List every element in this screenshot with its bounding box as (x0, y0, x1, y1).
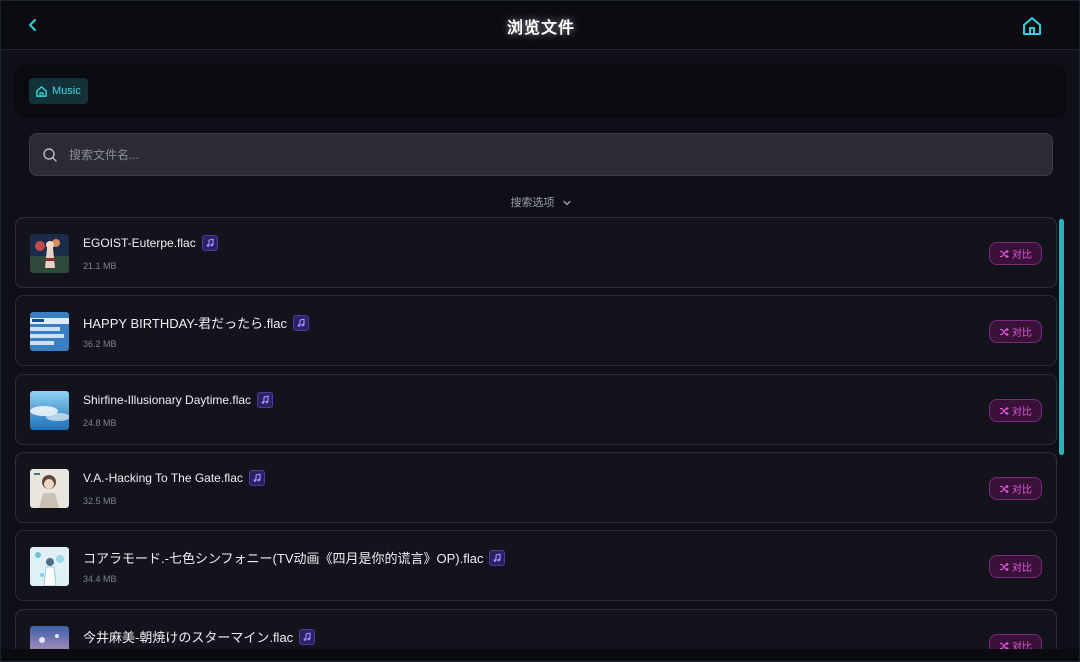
file-name: Shirfine-Illusionary Daytime.flac (83, 393, 252, 407)
shuffle-icon (1000, 484, 1009, 493)
search-box (29, 133, 1053, 176)
chevron-down-icon (562, 200, 571, 206)
shuffle-icon (1000, 327, 1009, 336)
search-options-label: 搜索选项 (510, 197, 555, 209)
list-item[interactable]: Shirfine-Illusionary Daytime.flac 24.8 M… (15, 374, 1057, 445)
top-bar: 浏览文件 (1, 1, 1079, 50)
compare-button[interactable]: 对比 (989, 555, 1042, 578)
home-button[interactable] (1019, 13, 1045, 39)
search-icon (42, 147, 58, 163)
shuffle-icon (1000, 249, 1009, 258)
page-title: 浏览文件 (506, 20, 575, 37)
compare-label: 对比 (1012, 485, 1032, 496)
music-note-icon (489, 549, 506, 566)
album-art-thumbnail (30, 547, 69, 586)
breadcrumb: Music (15, 65, 1067, 118)
compare-button[interactable]: 对比 (989, 477, 1042, 500)
compare-button[interactable]: 对比 (989, 320, 1042, 343)
file-name: EGOIST-Euterpe.flac (83, 236, 196, 250)
compare-button[interactable]: 对比 (989, 399, 1042, 422)
file-size: 32.5 MB (83, 496, 117, 506)
shuffle-icon (1000, 562, 1009, 571)
file-name: 今井麻美-朝焼けのスターマイン.flac (83, 630, 294, 645)
shuffle-icon (1000, 406, 1009, 415)
list-item[interactable]: V.A.-Hacking To The Gate.flac 32.5 MB 对比 (15, 452, 1057, 523)
music-note-icon (292, 314, 309, 331)
home-icon (36, 85, 47, 97)
list-item[interactable]: EGOIST-Euterpe.flac 21.1 MB 对比 (15, 217, 1057, 288)
breadcrumb-label: Music (52, 85, 81, 97)
file-size: 34.4 MB (83, 574, 117, 584)
album-art-thumbnail (30, 469, 69, 508)
album-art-thumbnail (30, 312, 69, 351)
bottom-edge (1, 649, 1079, 661)
compare-label: 对比 (1012, 328, 1032, 339)
file-name: コアラモード.-七色シンフォニー(TV动画《四月是你的谎言》OP).flac (83, 551, 484, 566)
file-browser-window: 浏览文件 Music 搜索选项 (0, 0, 1080, 662)
list-item[interactable]: コアラモード.-七色シンフォニー(TV动画《四月是你的谎言》OP).flac 3… (15, 530, 1057, 601)
file-size: 21.1 MB (83, 261, 117, 271)
compare-button[interactable]: 对比 (989, 242, 1042, 265)
file-name: HAPPY BIRTHDAY-君だったら.flac (83, 316, 287, 331)
file-size: 24.8 MB (83, 418, 117, 428)
compare-label: 对比 (1012, 563, 1032, 574)
music-note-icon (299, 628, 316, 645)
breadcrumb-item-music[interactable]: Music (29, 78, 88, 104)
home-icon (1023, 17, 1041, 35)
compare-label: 对比 (1012, 407, 1032, 418)
file-size: 36.2 MB (83, 339, 117, 349)
file-name: V.A.-Hacking To The Gate.flac (83, 471, 243, 485)
album-art-thumbnail (30, 391, 69, 430)
scrollbar-thumb[interactable] (1059, 219, 1064, 455)
file-list: EGOIST-Euterpe.flac 21.1 MB 对比 HAPPY BIR… (15, 217, 1057, 661)
music-note-icon (257, 392, 274, 408)
list-item[interactable]: HAPPY BIRTHDAY-君だったら.flac 36.2 MB 对比 (15, 295, 1057, 366)
compare-label: 对比 (1012, 250, 1032, 261)
music-note-icon (248, 470, 265, 486)
album-art-thumbnail (30, 234, 69, 273)
music-note-icon (201, 235, 218, 251)
search-input[interactable] (69, 134, 1052, 175)
search-options-toggle[interactable]: 搜索选项 (1, 194, 1079, 210)
scrollbar[interactable] (1059, 219, 1064, 455)
